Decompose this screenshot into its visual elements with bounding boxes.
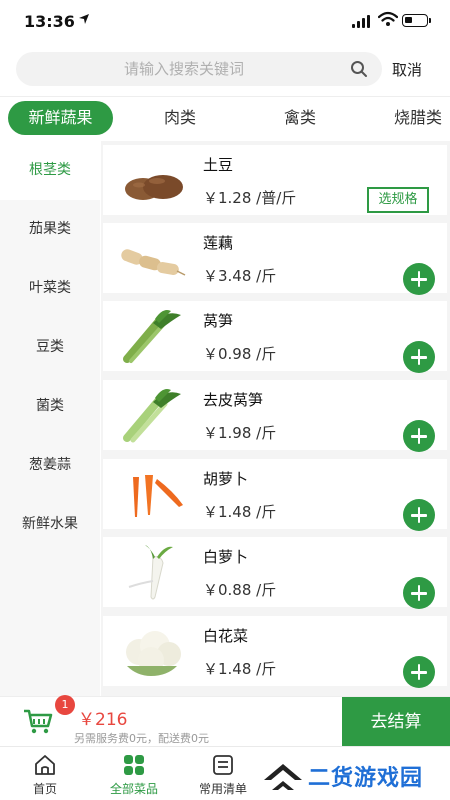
cart-icon[interactable] xyxy=(22,707,54,735)
tab-common-list[interactable]: 常用清单 xyxy=(183,753,263,797)
tab-common-list-label: 常用清单 xyxy=(198,782,247,796)
cauliflower-image xyxy=(126,631,181,676)
product-card[interactable]: 莴笋 ￥0.98 /斤 xyxy=(103,301,447,373)
home-icon xyxy=(35,755,55,775)
product-price: ￥0.98 /斤 xyxy=(203,345,277,363)
white-radish-image xyxy=(128,545,173,600)
product-price: ￥3.48 /斤 xyxy=(203,267,277,285)
battery-icon xyxy=(402,14,431,27)
tab-home-label: 首页 xyxy=(32,782,57,796)
product-card[interactable]: 土豆 ￥1.28 /普/斤 选规格 xyxy=(103,145,447,215)
cart-bar: 1 ￥216 另需服务费0元，配送费0元 去结算 xyxy=(0,695,450,747)
lotus-root-image xyxy=(121,249,186,276)
add-to-cart-button[interactable] xyxy=(403,263,435,295)
watermark-text: 二货游戏园 xyxy=(308,766,424,791)
sidebar-item-mushroom[interactable]: 菌类 xyxy=(0,377,100,436)
product-name: 白萝卜 xyxy=(203,548,249,566)
add-to-cart-button[interactable] xyxy=(403,420,435,452)
list-icon xyxy=(213,755,233,775)
add-to-cart-button[interactable] xyxy=(403,499,435,531)
sidebar-item-fresh-fruit[interactable]: 新鲜水果 xyxy=(0,495,100,554)
location-arrow-icon xyxy=(79,14,89,24)
sidebar-item-leafy[interactable]: 叶菜类 xyxy=(0,259,100,318)
cart-fee-note: 另需服务费0元，配送费0元 xyxy=(74,732,209,745)
product-card[interactable]: 莲藕 ￥3.48 /斤 xyxy=(103,223,447,295)
tab-all-dishes-label: 全部菜品 xyxy=(109,782,158,796)
search-icon[interactable] xyxy=(350,60,368,78)
product-name: 土豆 xyxy=(203,156,234,174)
sidebar-item-fruit-veg[interactable]: 茄果类 xyxy=(0,200,100,259)
sidebar-item-onion-ginger-garlic[interactable]: 葱姜蒜 xyxy=(0,436,100,495)
add-to-cart-button[interactable] xyxy=(403,577,435,609)
checkout-button[interactable]: 去结算 xyxy=(342,697,450,747)
signal-icon xyxy=(352,14,374,28)
watermark-logo-icon xyxy=(264,764,302,790)
watermark: 二货游戏园 xyxy=(258,752,448,796)
celtuce-image xyxy=(123,310,181,363)
product-price: ￥1.48 /斤 xyxy=(203,503,277,521)
product-list: 土豆 ￥1.28 /普/斤 选规格 莲藕 ￥3.48 /斤 莴笋 ￥0.98 /… xyxy=(101,141,450,696)
sidebar-item-root-veg[interactable]: 根茎类 xyxy=(0,141,100,200)
product-name: 莲藕 xyxy=(203,234,234,252)
product-card[interactable]: 白萝卜 ￥0.88 /斤 xyxy=(103,537,447,609)
product-name: 莴笋 xyxy=(203,312,234,330)
product-card[interactable]: 白花菜 ￥1.48 /斤 xyxy=(103,616,447,688)
product-name: 白花菜 xyxy=(203,627,249,645)
sidebar-item-beans[interactable]: 豆类 xyxy=(0,318,100,377)
cart-count-badge: 1 xyxy=(55,695,75,715)
search-input[interactable] xyxy=(16,52,382,86)
add-to-cart-button[interactable] xyxy=(403,656,435,688)
add-to-cart-button[interactable] xyxy=(403,341,435,373)
grid-icon xyxy=(124,755,144,775)
product-price: ￥1.98 /斤 xyxy=(203,424,277,442)
product-price: ￥1.48 /斤 xyxy=(203,660,277,678)
potato-image xyxy=(125,175,183,200)
search-bar xyxy=(16,52,382,86)
tab-home[interactable]: 首页 xyxy=(5,753,85,797)
cancel-button[interactable]: 取消 xyxy=(392,59,422,80)
subcategory-sidebar: 根茎类 茄果类 叶菜类 豆类 菌类 葱姜蒜 新鲜水果 xyxy=(0,141,100,696)
cart-total: ￥216 xyxy=(78,710,128,730)
status-bar: 13:36 xyxy=(0,0,450,44)
category-tabs: 新鲜蔬果 肉类 禽类 烧腊类 xyxy=(0,96,450,140)
product-name: 胡萝卜 xyxy=(203,470,249,488)
status-time: 13:36 xyxy=(24,12,75,31)
product-name: 去皮莴笋 xyxy=(203,391,264,409)
tab-meat[interactable]: 肉类 xyxy=(150,101,210,135)
tab-all-dishes[interactable]: 全部菜品 xyxy=(94,753,174,797)
product-card[interactable]: 胡萝卜 ￥1.48 /斤 xyxy=(103,459,447,531)
select-spec-button[interactable]: 选规格 xyxy=(367,187,429,213)
product-price: ￥0.88 /斤 xyxy=(203,581,277,599)
carrot-image xyxy=(133,475,183,517)
tab-poultry[interactable]: 禽类 xyxy=(270,101,330,135)
peeled-celtuce-image xyxy=(123,389,181,443)
product-price: ￥1.28 /普/斤 xyxy=(203,189,297,207)
wifi-icon xyxy=(378,11,398,26)
product-card[interactable]: 去皮莴笋 ￥1.98 /斤 xyxy=(103,380,447,452)
tab-fresh-produce[interactable]: 新鲜蔬果 xyxy=(8,101,113,135)
tab-roast[interactable]: 烧腊类 xyxy=(386,101,450,135)
